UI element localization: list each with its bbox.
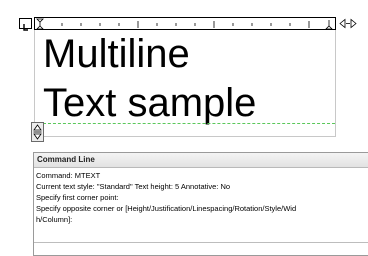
right-indent-marker[interactable] [325,25,333,30]
command-history: Command: MTEXT Current text style: "Stan… [34,168,368,243]
command-history-line: Specify opposite corner or [Height/Justi… [36,204,297,213]
left-tab-stop-icon [23,24,28,31]
mtext-editor-screen: Multiline Text sample Command Line Comma… [0,0,368,256]
mtext-line[interactable]: Text sample [43,83,256,123]
paragraph-indent-marker[interactable] [36,25,44,30]
mtext-edit-area[interactable]: Multiline Text sample [34,30,336,137]
command-line-title: Command Line [34,153,368,168]
command-history-line: Current text style: "Standard" Text heig… [36,182,231,191]
command-history-line: Command: MTEXT [36,171,101,180]
ruler-ticks [61,21,310,28]
height-resize-handle[interactable] [31,122,44,142]
ruler-width-arrows-icon[interactable] [339,17,357,30]
mtext-line[interactable]: Multiline [43,34,190,74]
first-line-indent-marker[interactable] [36,18,44,23]
ruler[interactable] [34,17,336,30]
tab-selector-button[interactable] [19,18,32,31]
command-history-line: Specify first corner point: [36,193,119,202]
command-line-panel: Command Line Command: MTEXT Current text… [33,152,368,256]
text-baseline-guide [43,123,335,124]
command-history-line: h/Column]: [36,215,73,224]
resize-arrows-icon [33,124,42,140]
command-input[interactable] [34,243,368,255]
